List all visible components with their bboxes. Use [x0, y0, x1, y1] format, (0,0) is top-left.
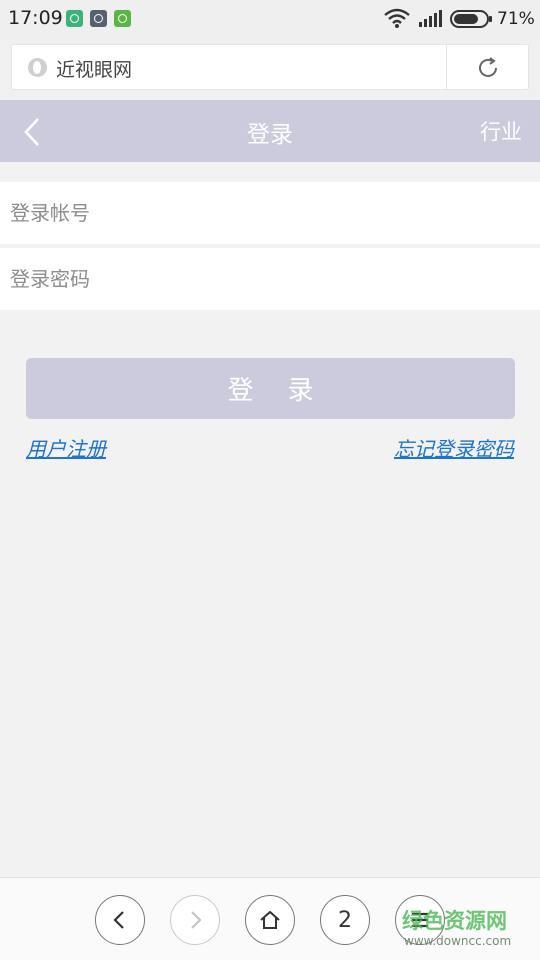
account-input[interactable] [0, 182, 540, 244]
address-bar[interactable]: 近视眼网 [11, 44, 529, 90]
forward-icon [191, 911, 202, 929]
home-icon [260, 910, 280, 929]
battery-percent: 71% [497, 9, 535, 29]
site-icon [28, 58, 47, 77]
forgot-password-link[interactable]: 忘记登录密码 [394, 433, 514, 462]
reload-icon[interactable] [476, 57, 500, 79]
address-title[interactable]: 近视眼网 [56, 55, 132, 82]
tabs-count: 2 [338, 907, 352, 933]
gallery-app-icon [90, 10, 107, 27]
shield-app-icon [66, 10, 83, 27]
signal-icon [419, 10, 442, 27]
industry-link[interactable]: 行业 [480, 116, 522, 146]
address-divider [446, 45, 447, 89]
watermark-title: 绿色资源网 [402, 909, 507, 933]
back-icon [113, 911, 124, 929]
page-title: 登录 [247, 122, 293, 148]
address-area: 近视眼网 [0, 38, 540, 100]
back-button[interactable] [95, 895, 145, 945]
status-bar: 17:09 71% [0, 0, 540, 38]
password-input[interactable] [0, 248, 540, 310]
home-button[interactable] [245, 895, 295, 945]
tabs-count-button[interactable]: 2 [320, 895, 370, 945]
status-time: 17:09 [8, 7, 63, 29]
battery-icon [450, 10, 492, 28]
wifi-icon [384, 8, 410, 28]
forward-button[interactable] [170, 895, 220, 945]
page-header: 登录 行业 [0, 100, 540, 162]
android-app-icon [114, 10, 131, 27]
login-button[interactable]: 登录 [26, 358, 515, 419]
watermark-url: www.downcc.com [404, 934, 512, 948]
register-link[interactable]: 用户注册 [26, 433, 106, 462]
